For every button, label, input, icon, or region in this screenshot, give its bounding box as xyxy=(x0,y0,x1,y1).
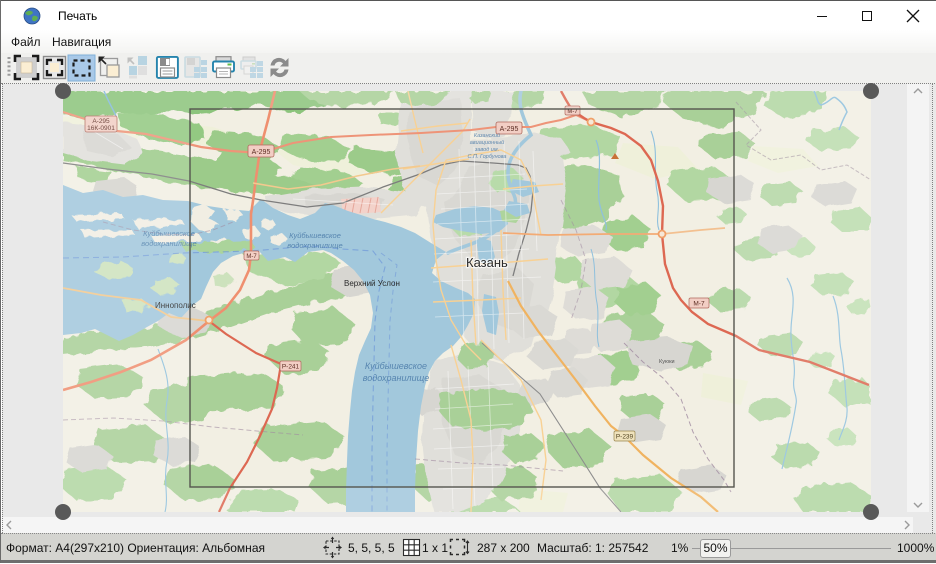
svg-text:М-7: М-7 xyxy=(693,301,705,308)
svg-text:Куйбышевское: Куйбышевское xyxy=(365,361,427,371)
svg-text:А-295: А-295 xyxy=(500,126,519,133)
svg-text:А-295: А-295 xyxy=(252,149,271,156)
svg-text:Казань: Казань xyxy=(466,255,508,270)
svg-text:Казанский: Казанский xyxy=(474,132,500,139)
svg-text:авиационный: авиационный xyxy=(470,139,504,146)
svg-text:Р-241: Р-241 xyxy=(282,364,300,371)
svg-text:Верхний Услон: Верхний Услон xyxy=(344,279,400,288)
svg-text:Р-239: Р-239 xyxy=(616,434,634,441)
svg-text:завод им.: завод им. xyxy=(474,147,499,153)
svg-text:М-7: М-7 xyxy=(246,254,257,260)
svg-text:М-7: М-7 xyxy=(567,109,578,115)
svg-text:С.П. Горбунова: С.П. Горбунова xyxy=(468,154,507,160)
svg-text:Куюки: Куюки xyxy=(659,359,675,365)
svg-text:Куйбышевское: Куйбышевское xyxy=(289,231,341,240)
svg-text:водохранилище: водохранилище xyxy=(287,241,342,250)
svg-text:водохранилище: водохранилище xyxy=(363,373,430,383)
